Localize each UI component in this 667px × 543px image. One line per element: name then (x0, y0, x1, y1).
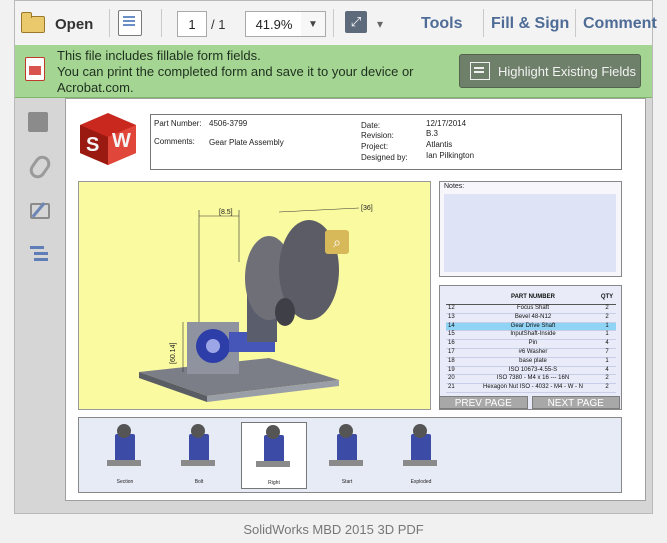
notes-input[interactable] (444, 194, 616, 272)
bom-row[interactable]: 12 Focus Shaft 2 (446, 304, 616, 314)
acrobat-window: Open 1 / 1 41.9% ▼ ⤢ ▾ Tools Fill & Sign… (14, 0, 657, 514)
tools-button[interactable]: Tools (421, 11, 462, 37)
bom-row[interactable]: 13 Bevel 48-N12 2 (446, 313, 616, 323)
bom-row[interactable]: 15 InputShaft-Inside 1 (446, 330, 616, 341)
dimension-label: [8.5] (219, 209, 233, 216)
highlight-fields-icon (470, 62, 490, 80)
3d-model-viewer[interactable]: [8.5] [36] [60.14] ⌕ (78, 181, 431, 410)
designed-by-value[interactable]: Ian Pilkington (426, 151, 474, 160)
bom-row[interactable]: 17 #6 Washer 7 (446, 348, 616, 358)
toolbar-divider (333, 9, 334, 37)
fullscreen-icon[interactable]: ⤢ (345, 11, 367, 33)
svg-text:W: W (112, 130, 131, 152)
folder-icon (21, 11, 45, 33)
toolbar-divider (575, 9, 576, 37)
fill-sign-button[interactable]: Fill & Sign (491, 11, 569, 37)
form-notification-bar: This file includes fillable form fields.… (15, 45, 652, 98)
view-thumbnail[interactable]: Start (315, 422, 379, 487)
next-page-button[interactable]: NEXT PAGE (531, 396, 620, 409)
bom-row[interactable]: 21 Hexagon Nut ISO - 4032 - M4 - W - N2 (446, 383, 616, 393)
navigation-pane (15, 98, 59, 513)
bom-row[interactable]: 20 ISO 7380 - M4 x 16 --- 16N 2 (446, 374, 616, 385)
date-label: Date: (361, 121, 381, 130)
toolbar-divider (483, 9, 484, 37)
comments-label: Comments: (154, 137, 195, 146)
view-thumbnail-selected[interactable]: Right (241, 422, 307, 489)
bom-header-part: PART NUMBER (468, 290, 598, 305)
bom-header-num (446, 290, 468, 305)
part-number-value[interactable]: 4506-3799 (209, 119, 247, 128)
notification-message: This file includes fillable form fields.… (57, 48, 437, 96)
view-thumbnail[interactable]: Section (93, 422, 157, 487)
comment-button[interactable]: Comment (583, 11, 657, 37)
toolbar: Open 1 / 1 41.9% ▼ ⤢ ▾ Tools Fill & Sign… (15, 1, 657, 46)
title-block: Part Number: 4506-3799 Comments: Gear Pl… (150, 114, 622, 170)
part-number-label: Part Number: (154, 119, 202, 128)
project-label: Project: (361, 142, 389, 151)
bom-row-selected[interactable]: 14 Gear Drive Shaft 1 (446, 322, 616, 332)
highlight-fields-button[interactable]: Highlight Existing Fields (459, 54, 641, 88)
create-pdf-icon[interactable] (118, 10, 142, 36)
bom-row[interactable]: 18 base plate 1 (446, 357, 616, 367)
prev-page-button[interactable]: PREV PAGE (439, 396, 528, 409)
svg-text:S: S (86, 134, 99, 156)
model-tree-icon[interactable] (28, 244, 48, 264)
page-total: / 1 (211, 16, 226, 32)
revision-label: Revision: (361, 131, 394, 140)
toolbar-divider (161, 9, 162, 37)
zoom-dropdown-icon[interactable]: ▼ (301, 11, 326, 37)
designed-by-label: Designed by: (361, 153, 408, 162)
view-thumbnails: Section Bolt Right Start Exploded (78, 417, 622, 493)
project-value[interactable]: Atlantis (426, 140, 452, 149)
notification-line-1: This file includes fillable form fields. (57, 48, 261, 63)
bom-header-qty: QTY (598, 290, 616, 305)
revision-value[interactable]: B.3 (426, 129, 438, 138)
bill-of-materials: PART NUMBER QTY 12 Focus Shaft 2 13 Bevel 4… (439, 285, 622, 410)
notification-line-2: You can print the completed form and sav… (57, 64, 414, 95)
toolbar-divider (109, 9, 110, 37)
bom-row[interactable]: 19 ISO 10673-4.55-S 4 (446, 366, 616, 376)
attachments-icon[interactable] (26, 152, 54, 182)
highlight-fields-label: Highlight Existing Fields (498, 63, 637, 79)
open-label: Open (55, 15, 94, 33)
image-caption: SolidWorks MBD 2015 3D PDF (243, 522, 424, 537)
comments-value[interactable]: Gear Plate Assembly (209, 138, 284, 147)
open-button[interactable]: Open (21, 11, 93, 37)
date-value[interactable]: 12/17/2014 (426, 119, 466, 128)
dimension-label: [36] (361, 205, 373, 212)
more-tools-icon[interactable]: ▾ (377, 11, 383, 37)
page-navigation: PREV PAGE NEXT PAGE (439, 396, 620, 409)
notes-label: Notes: (444, 183, 465, 190)
gear-assembly-model: [8.5] [36] [60.14] (139, 205, 373, 402)
zoom-icon[interactable]: ⌕ (325, 230, 349, 254)
page-number-input[interactable]: 1 (177, 11, 207, 37)
form-icon (25, 57, 45, 81)
page-thumbnails-icon[interactable] (28, 112, 48, 132)
signatures-icon[interactable] (28, 201, 50, 221)
dimension-label: [60.14] (170, 343, 177, 364)
view-thumbnail[interactable]: Bolt (167, 422, 231, 487)
solidworks-logo: S W (80, 113, 136, 165)
notes-field: Notes: (439, 181, 622, 277)
pdf-page: S W Part Number: 4506-3799 Comments: Gea… (65, 98, 646, 501)
view-thumbnail[interactable]: Exploded (389, 422, 453, 487)
bom-row[interactable]: 16 Pin 4 (446, 339, 616, 349)
zoom-input[interactable]: 41.9% (245, 11, 303, 37)
